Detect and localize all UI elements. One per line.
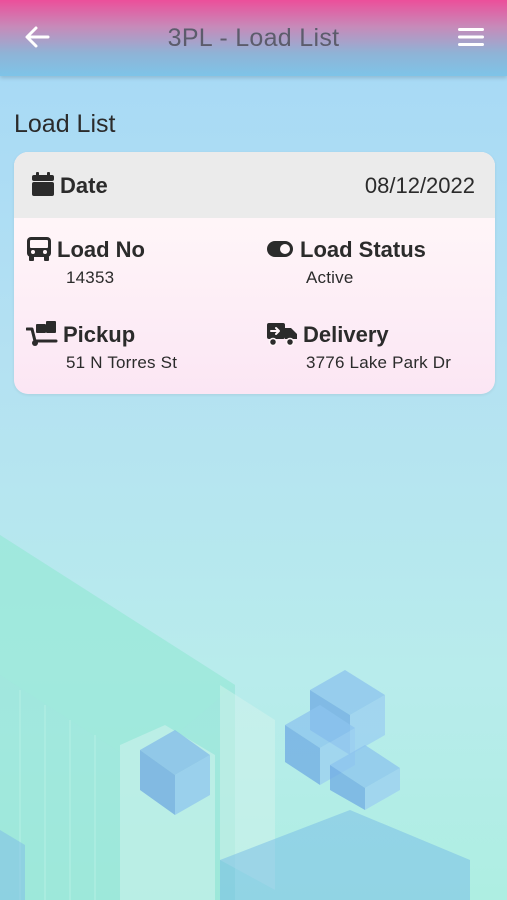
delivery-field: Delivery 3776 Lake Park Dr: [266, 321, 495, 381]
truck-background-illustration: [0, 535, 470, 900]
load-card[interactable]: Date 08/12/2022 Load No 14353 Load Statu…: [14, 152, 495, 394]
date-value: 08/12/2022: [364, 173, 475, 198]
load-card-header: Date 08/12/2022: [14, 152, 495, 218]
load-no-field: Load No 14353: [26, 236, 256, 296]
pickup-field: Pickup 51 N Torres St: [26, 321, 256, 381]
page-title: Load List: [14, 110, 116, 138]
delivery-label: Delivery: [303, 322, 389, 347]
load-no-value: 14353: [66, 268, 115, 287]
app-bar: 3PL - Load List: [0, 0, 507, 76]
toggle-icon: [267, 241, 293, 257]
delivery-truck-icon: [267, 323, 297, 347]
delivery-value: 3776 Lake Park Dr: [306, 353, 452, 372]
load-status-value: Active: [306, 268, 354, 287]
calendar-icon: [32, 172, 54, 196]
dolly-icon: [26, 321, 58, 346]
hamburger-menu-icon[interactable]: [457, 24, 485, 50]
bus-icon: [27, 237, 51, 261]
date-label: Date: [60, 173, 108, 198]
load-no-label: Load No: [57, 237, 145, 262]
load-status-label: Load Status: [300, 237, 426, 262]
app-title: 3PL - Load List: [167, 24, 340, 52]
pickup-label: Pickup: [63, 322, 136, 347]
pickup-value: 51 N Torres St: [66, 353, 178, 372]
load-status-field: Load Status Active: [266, 236, 495, 296]
